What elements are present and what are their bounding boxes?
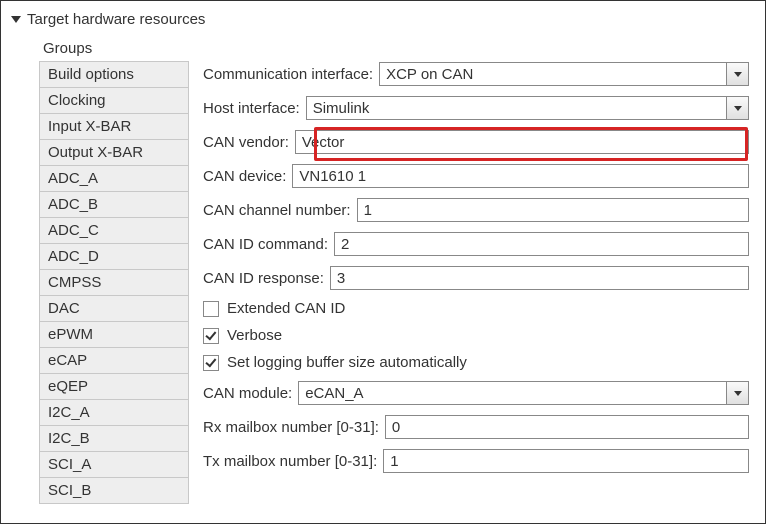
sidebar-item-input-x-bar[interactable]: Input X-BAR	[39, 114, 189, 140]
groups-label: Groups	[39, 38, 189, 61]
ext-can-id-label: Extended CAN ID	[227, 300, 345, 317]
sidebar-item-sci-b[interactable]: SCI_B	[39, 478, 189, 504]
chevron-down-icon	[734, 391, 742, 396]
host-if-label: Host interface:	[203, 100, 300, 117]
tx-mbox-label: Tx mailbox number [0-31]:	[203, 453, 377, 470]
dropdown-button[interactable]	[726, 97, 748, 119]
can-device-label: CAN device:	[203, 168, 286, 185]
can-channel-value: 1	[358, 202, 748, 219]
dropdown-button[interactable]	[726, 63, 748, 85]
can-vendor-value: Vector	[296, 134, 748, 151]
can-module-select[interactable]: eCAN_A	[298, 381, 749, 405]
sidebar-item-adc-a[interactable]: ADC_A	[39, 166, 189, 192]
host-if-value: Simulink	[307, 100, 726, 117]
can-id-resp-label: CAN ID response:	[203, 270, 324, 287]
tx-mbox-input[interactable]: 1	[383, 449, 749, 473]
form-panel: Communication interface: XCP on CAN Host…	[203, 38, 755, 504]
collapse-triangle-icon	[11, 16, 21, 23]
sidebar-item-cmpss[interactable]: CMPSS	[39, 270, 189, 296]
can-device-input[interactable]: VN1610 1	[292, 164, 749, 188]
can-id-resp-value: 3	[331, 270, 748, 287]
sidebar-item-adc-c[interactable]: ADC_C	[39, 218, 189, 244]
ext-can-id-checkbox[interactable]	[203, 301, 219, 317]
config-panel: Target hardware resources Groups Build o…	[0, 0, 766, 524]
can-device-value: VN1610 1	[293, 168, 748, 185]
comm-if-select[interactable]: XCP on CAN	[379, 62, 749, 86]
sidebar-item-i2c-a[interactable]: I2C_A	[39, 400, 189, 426]
can-module-label: CAN module:	[203, 385, 292, 402]
sidebar-item-dac[interactable]: DAC	[39, 296, 189, 322]
section-header[interactable]: Target hardware resources	[11, 7, 755, 38]
rx-mbox-input[interactable]: 0	[385, 415, 749, 439]
can-vendor-input[interactable]: Vector	[295, 130, 749, 154]
dropdown-button[interactable]	[726, 382, 748, 404]
tx-mbox-value: 1	[384, 453, 748, 470]
rx-mbox-value: 0	[386, 419, 748, 436]
can-module-value: eCAN_A	[299, 385, 726, 402]
set-log-buf-label: Set logging buffer size automatically	[227, 354, 467, 371]
verbose-label: Verbose	[227, 327, 282, 344]
sidebar-item-epwm[interactable]: ePWM	[39, 322, 189, 348]
sidebar-item-clocking[interactable]: Clocking	[39, 88, 189, 114]
can-id-cmd-label: CAN ID command:	[203, 236, 328, 253]
groups-panel: Groups Build optionsClockingInput X-BARO…	[39, 38, 189, 504]
set-log-buf-checkbox[interactable]	[203, 355, 219, 371]
comm-if-label: Communication interface:	[203, 66, 373, 83]
sidebar-item-output-x-bar[interactable]: Output X-BAR	[39, 140, 189, 166]
can-id-resp-input[interactable]: 3	[330, 266, 749, 290]
host-if-select[interactable]: Simulink	[306, 96, 749, 120]
sidebar-item-adc-b[interactable]: ADC_B	[39, 192, 189, 218]
sidebar-item-adc-d[interactable]: ADC_D	[39, 244, 189, 270]
can-vendor-label: CAN vendor:	[203, 134, 289, 151]
chevron-down-icon	[734, 106, 742, 111]
sidebar-item-ecap[interactable]: eCAP	[39, 348, 189, 374]
section-title: Target hardware resources	[27, 11, 205, 28]
rx-mbox-label: Rx mailbox number [0-31]:	[203, 419, 379, 436]
can-id-cmd-value: 2	[335, 236, 748, 253]
groups-list: Build optionsClockingInput X-BAROutput X…	[39, 61, 189, 504]
can-channel-label: CAN channel number:	[203, 202, 351, 219]
sidebar-item-i2c-b[interactable]: I2C_B	[39, 426, 189, 452]
can-id-cmd-input[interactable]: 2	[334, 232, 749, 256]
sidebar-item-eqep[interactable]: eQEP	[39, 374, 189, 400]
comm-if-value: XCP on CAN	[380, 66, 726, 83]
verbose-checkbox[interactable]	[203, 328, 219, 344]
content-area: Groups Build optionsClockingInput X-BARO…	[11, 38, 755, 504]
sidebar-item-sci-a[interactable]: SCI_A	[39, 452, 189, 478]
chevron-down-icon	[734, 72, 742, 77]
can-channel-input[interactable]: 1	[357, 198, 749, 222]
sidebar-item-build-options[interactable]: Build options	[39, 62, 189, 88]
